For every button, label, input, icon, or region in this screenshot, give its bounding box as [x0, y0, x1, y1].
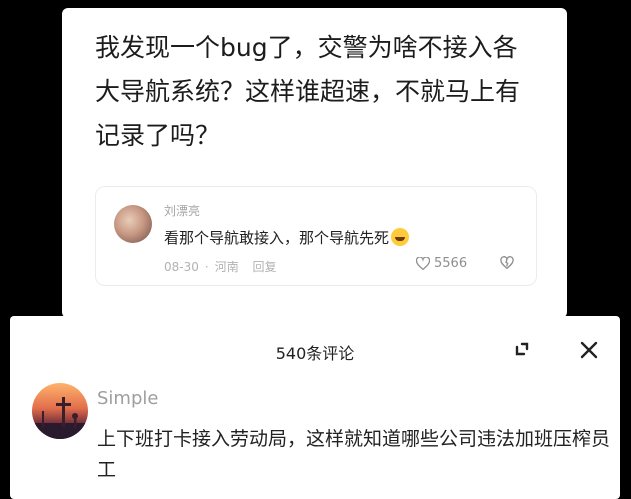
expand-icon[interactable]: [507, 334, 537, 364]
reply-button[interactable]: 回复: [253, 260, 277, 274]
comment-sheet: 540条评论 Simple 上下班打卡接入劳动局，这样就知道哪些公司违法加班压榨…: [10, 316, 620, 499]
avatar-silhouette: [32, 397, 88, 439]
commenter-username[interactable]: Simple: [97, 388, 158, 409]
reply-text-row: 看那个导航敢接入，那个导航先死: [164, 227, 410, 248]
close-x-glyph: [580, 341, 598, 359]
rofl-emoji-icon: [391, 228, 410, 246]
featured-reply[interactable]: 刘漂亮 看那个导航敢接入，那个导航先死 08-30 · 河南 回复 5566: [95, 186, 537, 286]
reply-separator: ·: [204, 260, 209, 274]
like-count: 5566: [434, 256, 468, 271]
dislike-icon[interactable]: [499, 255, 515, 271]
reply-avatar[interactable]: [114, 205, 152, 243]
heart-icon: [416, 257, 430, 270]
post-text: 我发现一个bug了，交警为啥不接入各大导航系统？这样谁超速，不就马上有记录了吗？: [95, 33, 521, 150]
reply-date: 08-30: [164, 260, 199, 274]
commenter-avatar[interactable]: [32, 383, 88, 439]
reply-text: 看那个导航敢接入，那个导航先死: [164, 229, 390, 247]
like-button[interactable]: 5566: [416, 256, 467, 271]
comment-text: 上下班打卡接入劳动局，这样就知道哪些公司违法加班压榨员工: [97, 428, 611, 481]
close-icon[interactable]: [572, 333, 606, 367]
reply-location: 河南: [214, 260, 239, 274]
reply-username[interactable]: 刘漂亮: [164, 202, 200, 219]
reply-meta: 08-30 · 河南 回复: [164, 258, 283, 275]
